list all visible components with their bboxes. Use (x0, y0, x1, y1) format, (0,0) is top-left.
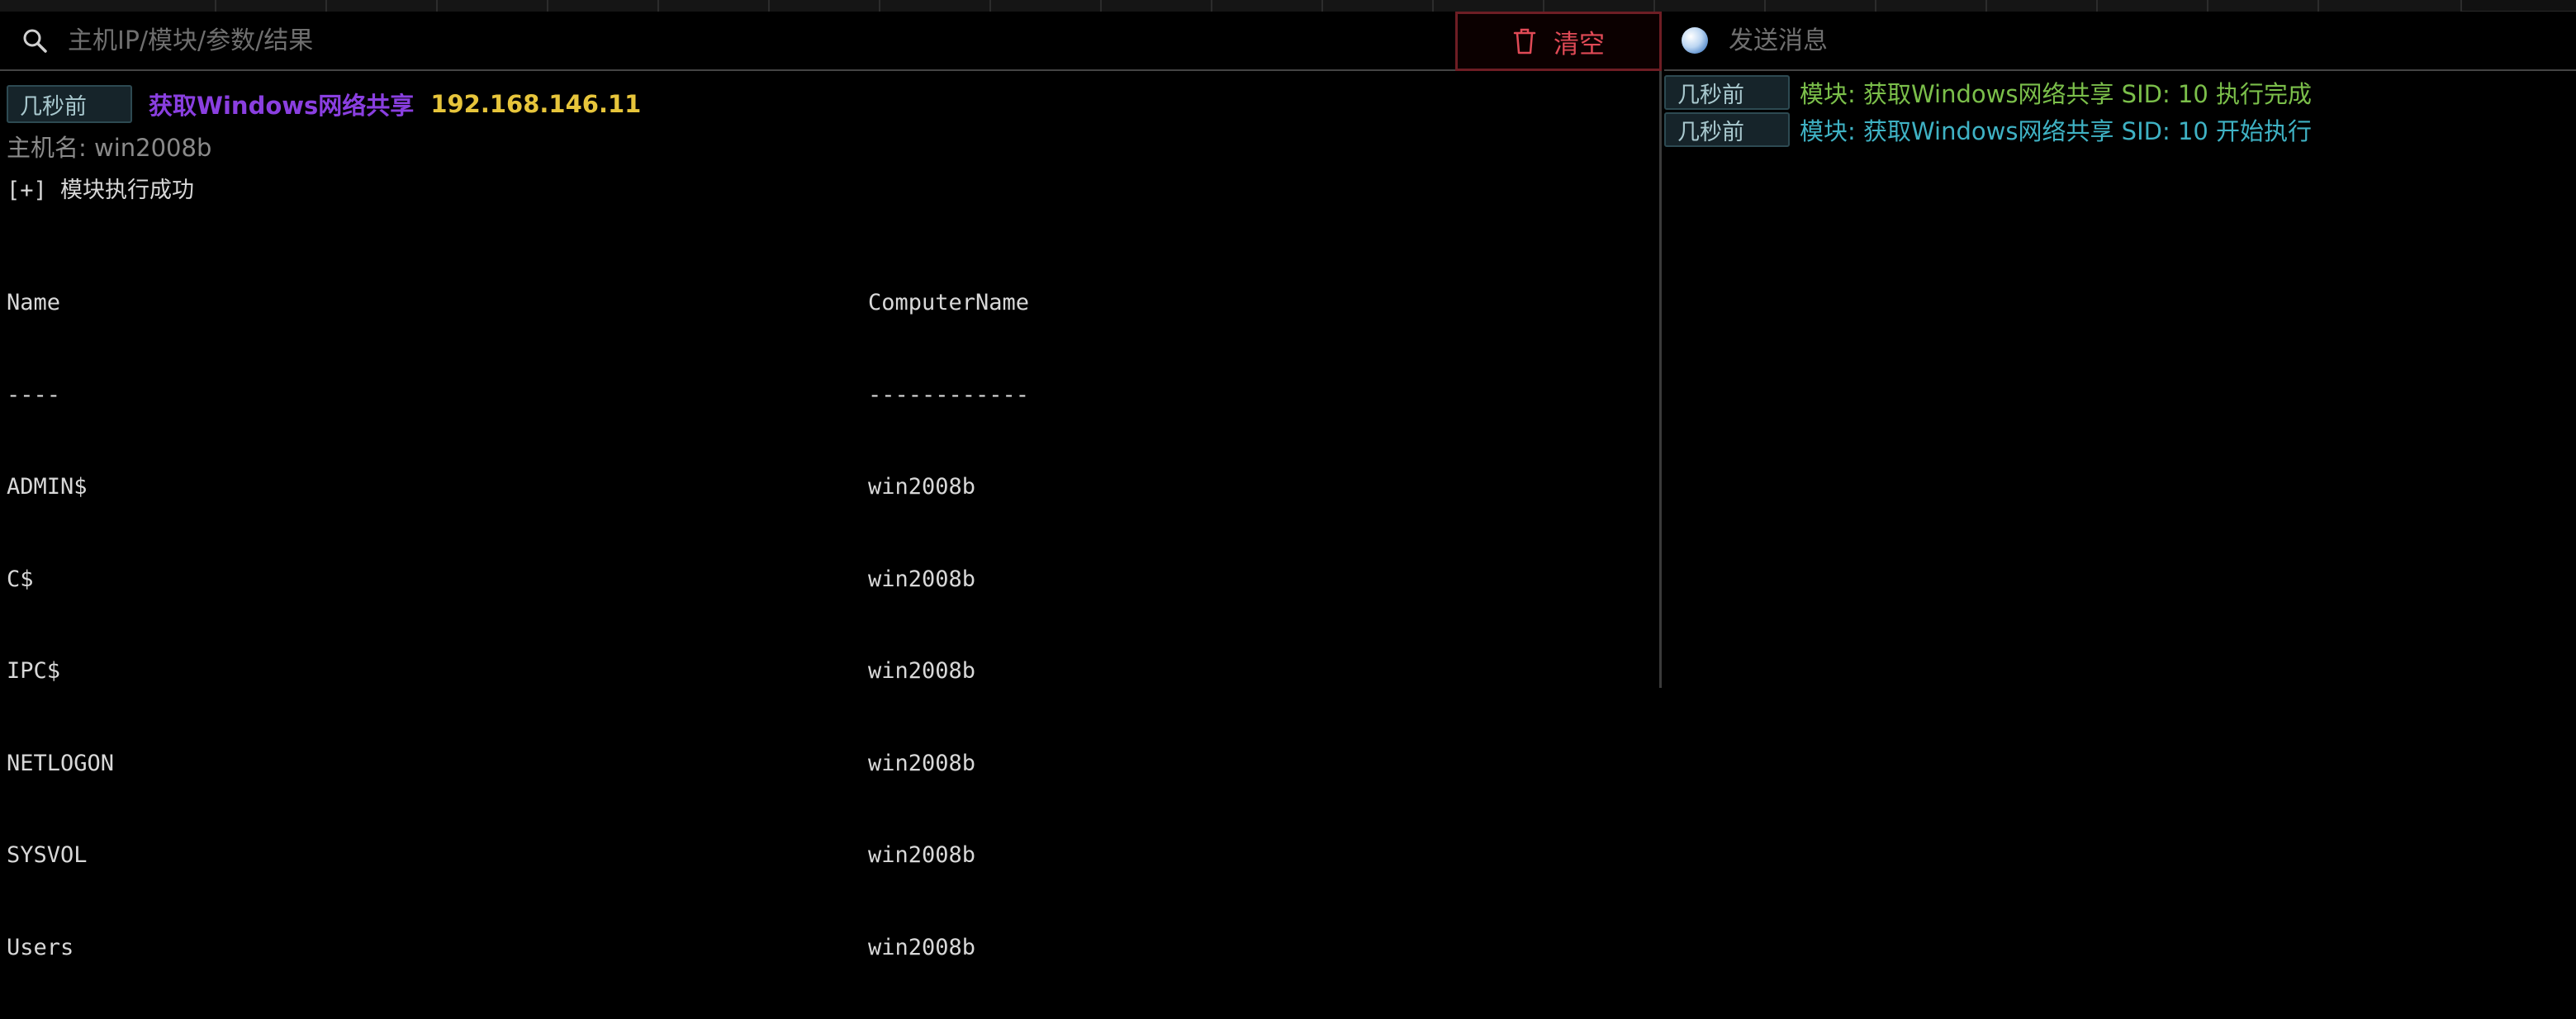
list-item: 几秒前 模块: 获取Windows网络共享 SID: 10 开始执行 (1664, 111, 2576, 148)
hostname-line: 主机名: win2008b (7, 134, 212, 162)
tab-strip-segment[interactable] (1323, 0, 1434, 12)
clear-button[interactable]: 清空 (1455, 12, 1662, 71)
tab-strip-segment[interactable] (1876, 0, 1987, 12)
trash-icon (1512, 27, 1537, 55)
table-header-row: Name ComputerName (7, 282, 1659, 324)
tab-strip-segment[interactable] (880, 0, 991, 12)
tab-strip-segment[interactable] (0, 0, 216, 12)
list-item: 几秒前 模块: 获取Windows网络共享 SID: 10 执行完成 (1664, 74, 2576, 111)
table-separator: ---- (7, 382, 61, 408)
table-row: C$ win2008b (7, 559, 1659, 600)
app-root: 清空 几秒前 获取Windows网络共享 192.168.146.11 主机名:… (0, 12, 2576, 960)
share-name: Users (7, 934, 74, 960)
tab-strip-segment[interactable] (2098, 0, 2208, 12)
table-row: NETLOGON win2008b (7, 743, 1659, 784)
shares-table: Name ComputerName ---- ------------ ADMI… (7, 231, 1659, 1019)
message-text: 模块: 获取Windows网络共享 SID: 10 开始执行 (1800, 117, 2313, 145)
globe-icon (1679, 25, 1710, 56)
share-name: SYSVOL (7, 842, 88, 869)
tab-strip-segment[interactable] (1655, 0, 1766, 12)
tab-strip-segment[interactable] (1766, 0, 1876, 12)
table-header-computername: ComputerName (868, 290, 1030, 316)
table-row: ADMIN$ win2008b (7, 467, 1659, 508)
computer-name: win2008b (868, 566, 976, 592)
computer-name: win2008b (868, 474, 976, 500)
log-output: 几秒前 获取Windows网络共享 192.168.146.11 主机名: wi… (0, 73, 1659, 960)
tab-strip-segment[interactable] (659, 0, 770, 12)
time-badge: 几秒前 (1664, 75, 1790, 110)
top-tab-strip (0, 0, 2576, 12)
tab-strip-segment[interactable] (438, 0, 548, 12)
search-input[interactable] (66, 16, 1455, 65)
host-ip: 192.168.146.11 (430, 90, 642, 118)
time-badge: 几秒前 (1664, 112, 1790, 147)
tab-strip-segment[interactable] (548, 0, 659, 12)
table-header-name: Name (7, 290, 61, 316)
results-panel: 清空 几秒前 获取Windows网络共享 192.168.146.11 主机名:… (0, 12, 1662, 960)
result-status-line: [+] 模块执行成功 (7, 177, 195, 203)
tab-strip-segment[interactable] (1212, 0, 1323, 12)
messages-panel: 几秒前 模块: 获取Windows网络共享 SID: 10 执行完成 几秒前 模… (1664, 12, 2576, 688)
message-text: 模块: 获取Windows网络共享 SID: 10 执行完成 (1800, 80, 2313, 108)
table-separator: ------------ (868, 382, 1030, 408)
search-bar (0, 12, 1455, 71)
tab-strip-segment[interactable] (991, 0, 1102, 12)
share-name: C$ (7, 566, 34, 592)
tab-strip-segment[interactable] (770, 0, 880, 12)
table-row: IPC$ win2008b (7, 651, 1659, 692)
send-message-bar (1664, 12, 2576, 71)
share-name: ADMIN$ (7, 474, 88, 500)
search-icon (15, 21, 55, 60)
time-badge: 几秒前 (7, 85, 132, 123)
share-name: IPC$ (7, 658, 61, 685)
computer-name: win2008b (868, 934, 976, 960)
tab-strip-segment[interactable] (327, 0, 438, 12)
log-entry-header: 几秒前 获取Windows网络共享 192.168.146.11 (7, 83, 1659, 126)
tab-strip-segment[interactable] (216, 0, 327, 12)
share-name: NETLOGON (7, 750, 115, 776)
tab-strip-segment[interactable] (2319, 0, 2462, 12)
computer-name: win2008b (868, 750, 976, 776)
computer-name: win2008b (868, 658, 976, 685)
tab-strip-segment[interactable] (1434, 0, 1544, 12)
tab-strip-segment[interactable] (1102, 0, 1212, 12)
table-row: Users win2008b (7, 927, 1659, 969)
send-message-input[interactable] (1727, 16, 2576, 65)
module-name: 获取Windows网络共享 (149, 92, 415, 120)
clear-button-label: 清空 (1554, 29, 1605, 59)
computer-name: win2008b (868, 842, 976, 869)
message-list: 几秒前 模块: 获取Windows网络共享 SID: 10 执行完成 几秒前 模… (1664, 74, 2576, 149)
table-row: SYSVOL win2008b (7, 835, 1659, 876)
table-separator-row: ---- ------------ (7, 375, 1659, 416)
tab-strip-segment[interactable] (1544, 0, 1655, 12)
tab-strip-segment[interactable] (2208, 0, 2319, 12)
tab-strip-segment[interactable] (1987, 0, 2098, 12)
